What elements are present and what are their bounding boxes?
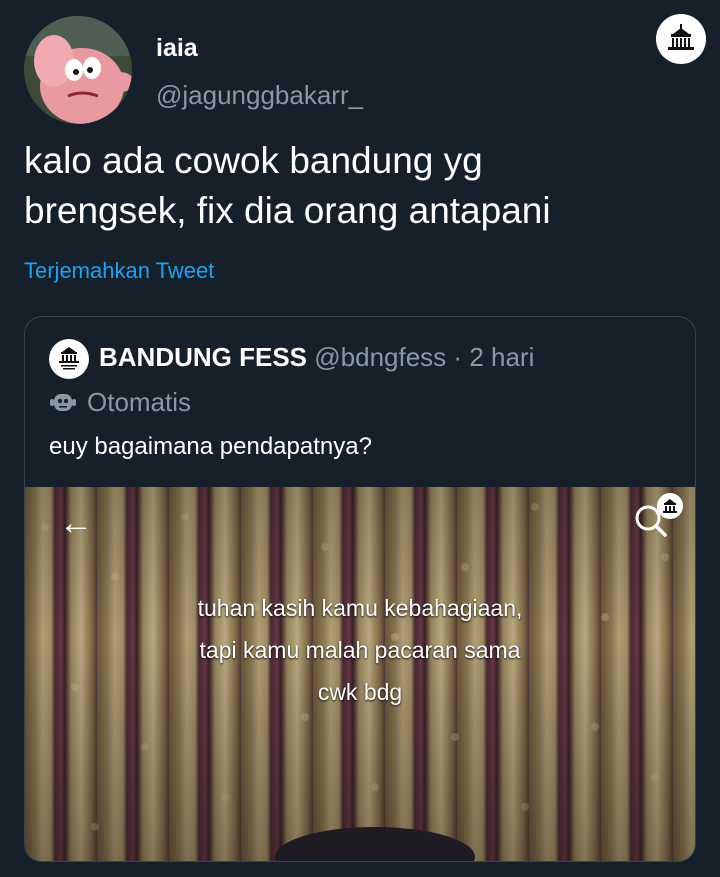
bot-icon — [50, 394, 76, 411]
quoted-time[interactable]: 2 hari — [469, 342, 534, 372]
quoted-handle[interactable]: @bdngfess — [314, 342, 446, 372]
bandung-fess-logo-icon — [59, 347, 79, 370]
patrick-avatar-image — [24, 16, 132, 124]
back-arrow-icon: ← — [59, 504, 93, 542]
avatar[interactable] — [24, 16, 132, 124]
media-caption: tuhan kasih kamu kebahagiaan, tapi kamu … — [197, 595, 523, 705]
quoted-display-name[interactable]: BANDUNG FESS — [99, 342, 307, 372]
quoted-text: euy bagaimana pendapatnya? — [49, 433, 372, 460]
tweet-text: kalo ada cowok bandung yg brengsek, fix … — [24, 140, 551, 231]
display-name[interactable]: iaia — [156, 33, 198, 63]
quoted-media-image[interactable]: ← tuhan kasih kamu kebahagiaan, tapi kam… — [25, 487, 695, 861]
gedung-sate-icon[interactable] — [656, 14, 706, 64]
quoted-tweet[interactable]: BANDUNG FESS @bdngfess · 2 hari Otomatis… — [24, 316, 696, 862]
quoted-avatar[interactable] — [49, 339, 89, 379]
automated-label-row: Otomatis — [49, 385, 191, 419]
user-handle[interactable]: @jagunggbakarr_ — [156, 80, 363, 110]
media-logo-icon — [657, 493, 683, 519]
translate-tweet-link[interactable]: Terjemahkan Tweet — [24, 257, 214, 285]
quoted-separator: · — [453, 342, 463, 372]
quoted-header: BANDUNG FESS @bdngfess · 2 hari — [99, 341, 534, 373]
automated-label: Otomatis — [87, 387, 192, 417]
